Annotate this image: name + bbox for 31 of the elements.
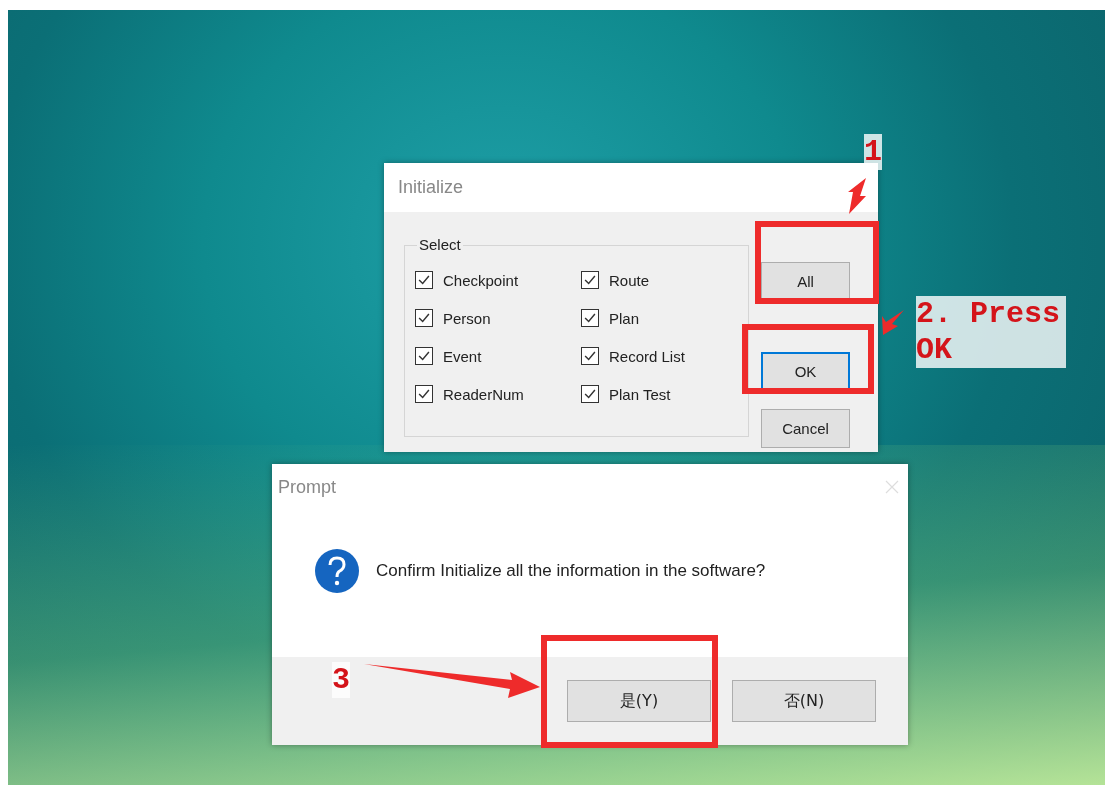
checkbox-label[interactable]: ReaderNum [443,385,524,403]
checkbox[interactable] [415,385,433,403]
checkbox-label[interactable]: Event [443,347,482,365]
window-title: Initialize [398,177,464,198]
checkbox[interactable] [581,271,599,289]
group-label: Select [417,236,463,253]
dialog-button[interactable]: OK [761,352,850,391]
checkbox[interactable] [581,309,599,327]
checkbox[interactable] [415,309,433,327]
step-number: 3 [332,662,350,698]
checkbox[interactable] [581,347,599,365]
checkbox-label[interactable]: Person [443,309,491,327]
arrow [848,178,866,214]
dialog-button[interactable]: 否(N) [732,680,876,722]
dialog-button[interactable]: 是(Y) [567,680,711,722]
checkbox-label[interactable]: Plan Test [609,385,671,403]
dialog-button[interactable]: All [761,262,850,301]
checkbox-label[interactable]: Route [609,271,650,289]
checkbox-label[interactable]: Record List [609,347,685,365]
checkbox[interactable] [581,385,599,403]
checkbox-label[interactable]: Plan [609,309,640,327]
checkbox[interactable] [415,271,433,289]
arrow [882,310,904,335]
step-note: 2. Press OK [916,296,1066,368]
checkbox[interactable] [415,347,433,365]
checkbox-label[interactable]: Checkpoint [443,271,519,289]
step-number: 1 [864,134,882,170]
dialog-button[interactable]: Cancel [761,409,850,448]
question-icon [314,547,360,594]
prompt-message: Confirm Initialize all the information in the software? [376,560,766,581]
window-title: Prompt [278,476,337,498]
